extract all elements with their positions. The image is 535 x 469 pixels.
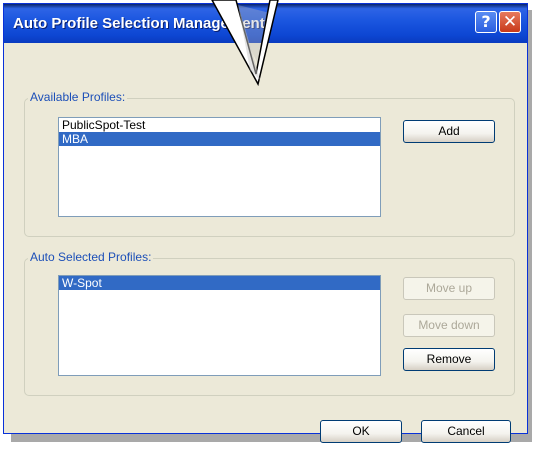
- cancel-button[interactable]: Cancel: [421, 420, 511, 443]
- move-up-button[interactable]: Move up: [403, 277, 495, 300]
- available-profiles-list[interactable]: PublicSpot-Test MBA: [58, 117, 381, 217]
- window-title: Auto Profile Selection Management: [13, 15, 265, 32]
- close-button[interactable]: ✕: [499, 11, 521, 33]
- help-button[interactable]: ?: [475, 11, 497, 33]
- move-down-button[interactable]: Move down: [403, 314, 495, 337]
- add-button[interactable]: Add: [403, 120, 495, 143]
- auto-selected-profiles-list[interactable]: W-Spot: [58, 275, 381, 376]
- close-icon: ✕: [502, 12, 518, 32]
- remove-button[interactable]: Remove: [403, 348, 495, 371]
- available-profiles-label: Available Profiles:: [28, 90, 128, 104]
- title-bar[interactable]: Auto Profile Selection Management ? ✕: [4, 4, 527, 43]
- list-item[interactable]: MBA: [59, 132, 380, 146]
- window-shadow-right: [528, 10, 532, 442]
- dialog-window: Auto Profile Selection Management ? ✕ Av…: [3, 3, 528, 443]
- help-icon: ?: [481, 12, 491, 31]
- list-item[interactable]: PublicSpot-Test: [59, 118, 380, 132]
- ok-button[interactable]: OK: [320, 420, 402, 443]
- list-item[interactable]: W-Spot: [59, 276, 380, 290]
- auto-selected-profiles-label: Auto Selected Profiles:: [28, 250, 154, 264]
